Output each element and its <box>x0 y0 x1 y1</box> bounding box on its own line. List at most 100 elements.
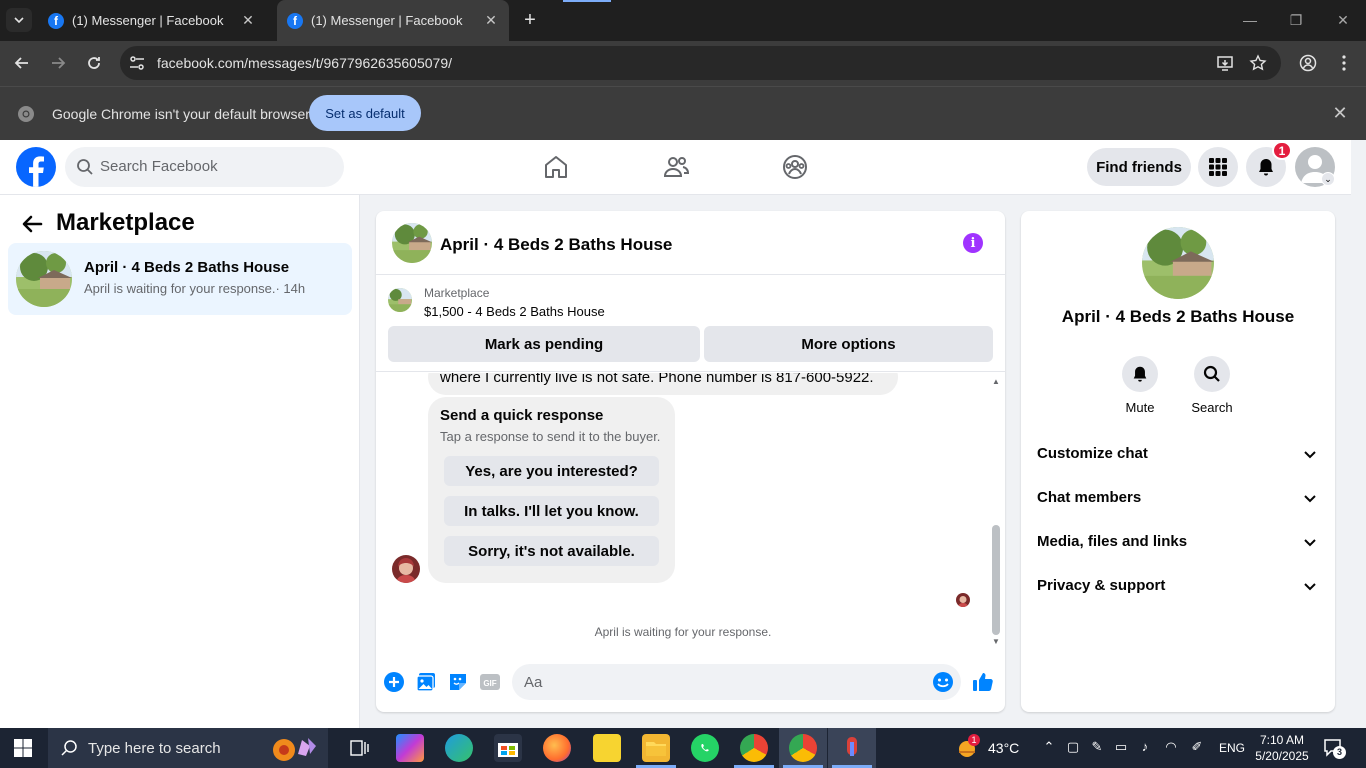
scroll-up-icon[interactable]: ▲ <box>991 377 1001 387</box>
facebook-favicon-icon: f <box>48 12 64 29</box>
address-bar[interactable]: facebook.com/messages/t/9677962635605079… <box>120 46 1281 80</box>
tab-search-button[interactable] <box>6 8 32 32</box>
back-arrow-icon[interactable] <box>20 212 44 236</box>
mute-button[interactable] <box>1122 356 1158 392</box>
grid-menu-icon <box>1209 158 1227 176</box>
scroll-thumb[interactable] <box>992 525 1000 635</box>
seen-indicator-avatar <box>956 593 970 607</box>
pen-icon[interactable]: ✎ <box>1088 739 1106 757</box>
mark-as-pending-button[interactable]: Mark as pending <box>388 326 700 362</box>
chat-panel: April · 4 Beds 2 Baths House i Marketpla… <box>376 211 1005 712</box>
chat-members-row[interactable]: Chat members <box>1029 475 1327 519</box>
section-label: Chat members <box>1037 489 1142 506</box>
install-app-icon[interactable] <box>1216 54 1234 72</box>
listing-price-title[interactable]: $1,500 - 4 Beds 2 Baths House <box>424 304 605 319</box>
close-infobar-icon[interactable]: ✕ <box>1331 104 1349 122</box>
chat-title[interactable]: April · 4 Beds 2 Baths House <box>440 235 672 255</box>
minimize-window-button[interactable]: — <box>1238 8 1262 32</box>
taskbar-search-box[interactable]: Type here to search <box>48 728 328 768</box>
section-label: Customize chat <box>1037 445 1148 462</box>
info-panel-name: April · 4 Beds 2 Baths House <box>1061 307 1295 326</box>
close-tab-icon[interactable]: ✕ <box>483 12 499 29</box>
privacy-support-row[interactable]: Privacy & support <box>1029 563 1327 607</box>
whatsapp-icon[interactable] <box>691 734 719 762</box>
sticky-notes-icon[interactable] <box>593 734 621 762</box>
find-friends-button[interactable]: Find friends <box>1087 148 1191 186</box>
infobar-message: Google Chrome isn't your default browser <box>52 106 310 122</box>
volume-icon[interactable]: ♪ <box>1136 739 1154 757</box>
mute-action[interactable]: Mute <box>1110 356 1170 415</box>
file-explorer-icon[interactable] <box>642 734 670 762</box>
windows-start-icon[interactable] <box>14 739 32 757</box>
conversation-info-icon[interactable]: i <box>963 233 983 253</box>
quick-response-option[interactable]: In talks. I'll let you know. <box>444 496 659 526</box>
customize-chat-row[interactable]: Customize chat <box>1029 431 1327 475</box>
search-icon <box>61 740 77 756</box>
new-tab-button[interactable]: + <box>519 9 541 31</box>
conversation-info-panel: April · 4 Beds 2 Baths House Mute Search… <box>1021 211 1335 712</box>
chrome-menu-button[interactable] <box>1332 51 1356 75</box>
firefox-icon[interactable] <box>543 734 571 762</box>
emoji-icon[interactable] <box>932 671 954 693</box>
house-thumbnail[interactable] <box>1142 227 1214 299</box>
message-scrollbar[interactable]: ▲ ▼ <box>990 375 1002 651</box>
menu-button[interactable] <box>1198 147 1238 187</box>
search-placeholder: Search Facebook <box>100 158 218 175</box>
close-tab-icon[interactable]: ✕ <box>240 12 256 29</box>
flower-widget-icon <box>273 738 316 761</box>
house-thumbnail[interactable] <box>392 223 432 263</box>
set-as-default-button[interactable]: Set as default <box>309 95 421 131</box>
pen-workspace-icon[interactable]: ✐ <box>1188 739 1206 757</box>
chrome-profile-1-icon[interactable] <box>740 734 768 762</box>
plus-circle-icon[interactable] <box>383 671 405 693</box>
windows-taskbar: Type here to search 1 43°C ⌃ ▢ ✎ ▭ ♪ ◠ ✐… <box>0 728 1366 768</box>
message-list: where I currently live is not safe. Phon… <box>376 373 1005 653</box>
gif-icon[interactable]: GIF <box>479 671 501 693</box>
scroll-down-icon[interactable]: ▼ <box>991 637 1001 647</box>
conversation-item[interactable]: April · 4 Beds 2 Baths House April is wa… <box>8 243 352 315</box>
home-icon[interactable] <box>542 153 570 181</box>
facebook-logo-icon[interactable] <box>16 147 56 187</box>
browser-tab-1[interactable]: f (1) Messenger | Facebook ✕ <box>38 6 266 35</box>
reload-button[interactable] <box>82 51 106 75</box>
listing-thumbnail[interactable] <box>388 288 412 312</box>
sidebar-title: Marketplace <box>56 209 195 236</box>
bookmark-star-icon[interactable] <box>1249 54 1267 72</box>
friends-icon[interactable] <box>662 153 690 181</box>
site-settings-icon[interactable] <box>128 54 146 72</box>
search-action[interactable]: Search <box>1182 356 1242 415</box>
quick-response-option[interactable]: Sorry, it's not available. <box>444 536 659 566</box>
input-language[interactable]: ENG <box>1219 741 1245 755</box>
facebook-search-box[interactable]: Search Facebook <box>65 147 344 187</box>
profile-button[interactable] <box>1296 51 1320 75</box>
chrome-profile-2-icon[interactable] <box>789 734 817 762</box>
browser-tab-2[interactable]: f (1) Messenger | Facebook ✕ <box>277 0 509 41</box>
message-input[interactable] <box>512 664 961 700</box>
screen-recorder-icon[interactable] <box>838 734 866 762</box>
page-scrollbar[interactable] <box>1351 140 1366 728</box>
edge-browser-icon[interactable] <box>445 734 473 762</box>
sticker-icon[interactable] <box>447 671 469 693</box>
microsoft-store-icon[interactable] <box>494 734 522 762</box>
sender-avatar[interactable] <box>392 555 420 583</box>
close-window-button[interactable]: ✕ <box>1331 8 1355 32</box>
show-hidden-icons-icon[interactable]: ⌃ <box>1040 739 1058 757</box>
battery-icon[interactable]: ▭ <box>1112 739 1130 757</box>
meet-icon[interactable]: ▢ <box>1064 739 1082 757</box>
back-button[interactable] <box>10 51 34 75</box>
wifi-icon[interactable]: ◠ <box>1162 739 1180 757</box>
quick-response-option[interactable]: Yes, are you interested? <box>444 456 659 486</box>
thumbs-up-icon[interactable] <box>972 671 994 693</box>
clock[interactable]: 7:10 AM 5/20/2025 <box>1252 732 1312 764</box>
groups-icon[interactable] <box>781 153 809 181</box>
copilot-icon[interactable] <box>396 734 424 762</box>
media-files-links-row[interactable]: Media, files and links <box>1029 519 1327 563</box>
more-options-button[interactable]: More options <box>704 326 993 362</box>
task-view-icon[interactable] <box>346 734 374 762</box>
restore-window-button[interactable]: ❐ <box>1284 8 1308 32</box>
photo-icon[interactable] <box>415 671 437 693</box>
search-conversation-button[interactable] <box>1194 356 1230 392</box>
account-chevron-icon[interactable]: ⌄ <box>1321 172 1335 186</box>
notification-center-icon[interactable]: 3 <box>1323 738 1346 759</box>
forward-button[interactable] <box>46 51 70 75</box>
